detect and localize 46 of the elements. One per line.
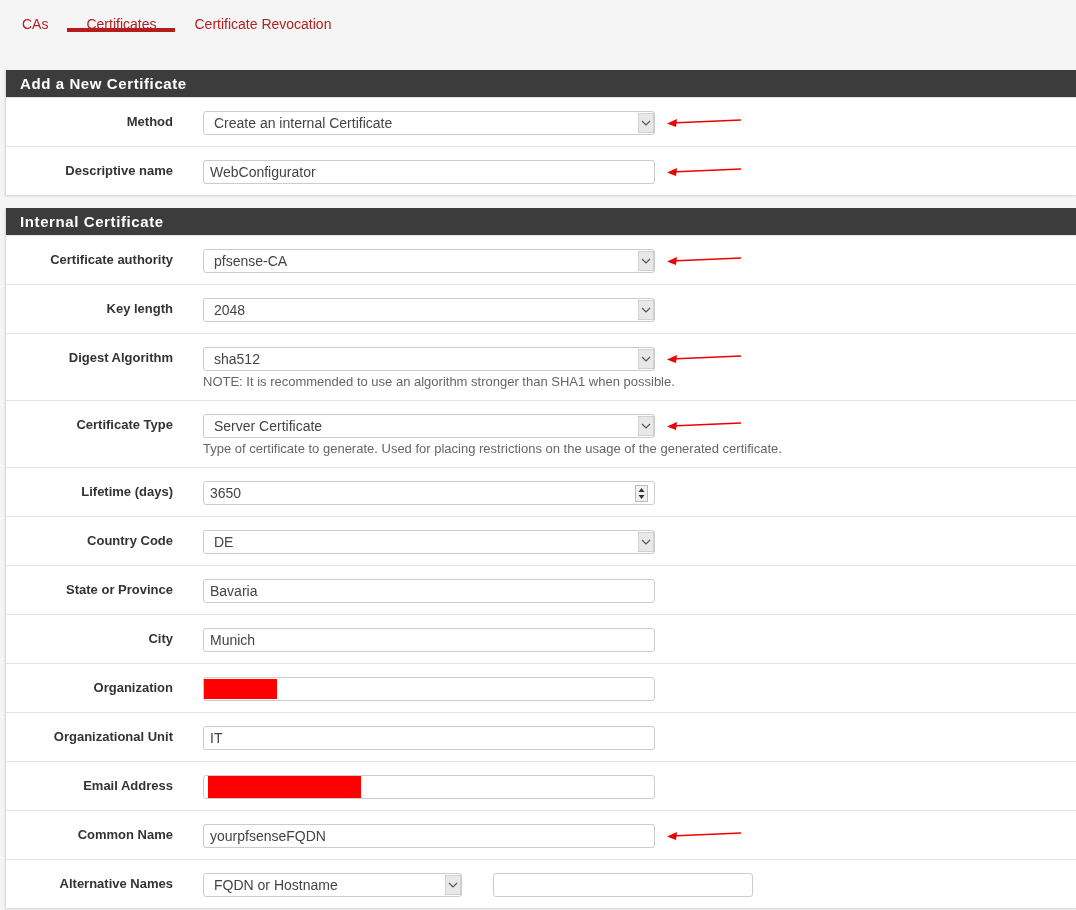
field-label: City (147, 630, 173, 646)
text-field[interactable] (493, 873, 753, 897)
field-label: Method (125, 113, 173, 129)
field-label: Alternative Names (58, 875, 173, 891)
dropdown-caret-icon (638, 300, 654, 320)
dropdown-caret-icon (638, 532, 654, 552)
tab[interactable]: CAs (3, 0, 68, 32)
section-header: Add a New Certificate (6, 70, 1076, 97)
dropdown-caret-icon (638, 416, 654, 436)
select-field[interactable]: Create an internal Certificate (203, 111, 655, 135)
number-field[interactable]: 3650 (203, 481, 655, 505)
select-field[interactable]: DE (203, 530, 655, 554)
select-field[interactable]: FQDN or Hostname (203, 873, 462, 897)
text-field[interactable]: yourpfsenseFQDN (203, 824, 655, 848)
field-label: Organizational Unit (52, 728, 173, 744)
field-label: Certificate authority (49, 251, 173, 267)
section-header: Internal Certificate (6, 208, 1076, 235)
select-field[interactable]: Server Certificate (203, 414, 655, 438)
text-field[interactable] (203, 775, 655, 799)
text-field[interactable]: WebConfigurator (203, 160, 655, 184)
select-field[interactable]: 2048 (203, 298, 655, 322)
spinner-icon (635, 484, 648, 502)
field-label: Country Code (86, 532, 173, 548)
select-field[interactable]: sha512 (203, 347, 655, 371)
dropdown-caret-icon (638, 113, 654, 133)
text-field[interactable]: Bavaria (203, 579, 655, 603)
field-label: Certificate Type (75, 416, 173, 432)
text-field[interactable]: IT (203, 726, 655, 750)
field-label: Descriptive name (64, 162, 173, 178)
dropdown-caret-icon (638, 251, 654, 271)
help-text: NOTE: It is recommended to use an algorithm stronger than SHA1 when possible. (203, 374, 676, 389)
help-text: Type of certificate to generate. Used for placing restrictions on the usage of the generated certificate. (203, 441, 782, 456)
field-label: Email Address (82, 777, 173, 793)
text-field[interactable] (203, 677, 655, 701)
field-label: Lifetime (days) (80, 483, 173, 499)
tab[interactable]: Certificates (67, 0, 176, 32)
field-label: Common Name (76, 826, 173, 842)
tab[interactable]: Certificate Revocation (175, 0, 351, 32)
field-label: Digest Algorithm (67, 349, 173, 365)
text-field[interactable]: Munich (203, 628, 655, 652)
field-label: Key length (105, 300, 173, 316)
dropdown-caret-icon (445, 875, 461, 895)
field-label: Organization (92, 679, 173, 695)
select-field[interactable]: pfsense-CA (203, 249, 655, 273)
dropdown-caret-icon (638, 349, 654, 369)
field-label: State or Province (65, 581, 173, 597)
